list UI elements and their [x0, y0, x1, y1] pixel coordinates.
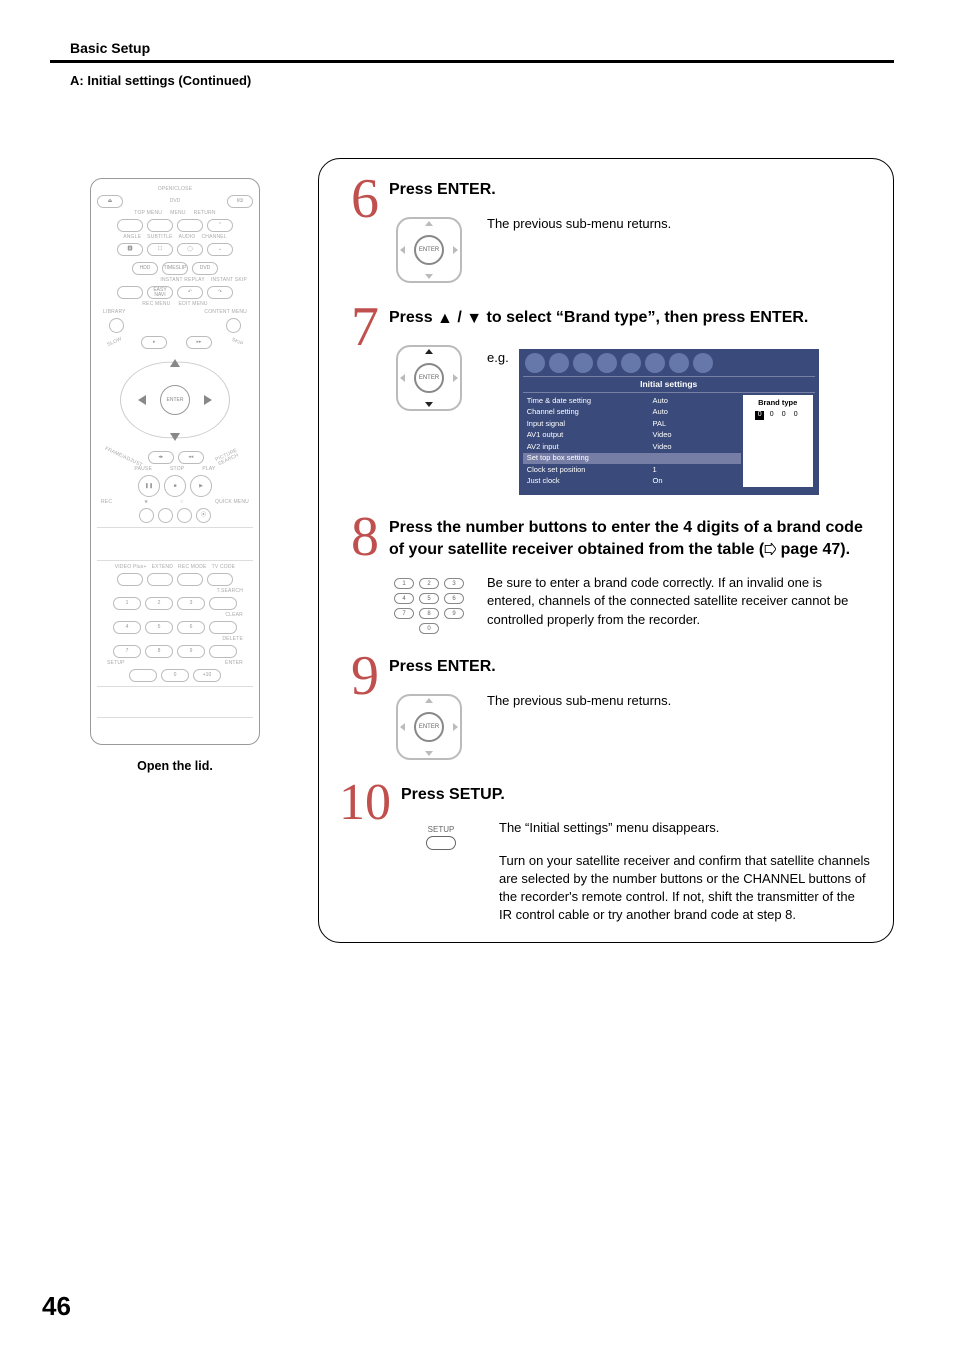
step-10-title: Press SETUP.: [401, 784, 871, 806]
step-6-title: Press ENTER.: [389, 179, 871, 201]
osd-row: AV1 output: [527, 430, 645, 442]
osd-row: Just clock: [527, 476, 645, 488]
step-6: 6 Press ENTER. ENTER The previous s: [335, 177, 871, 285]
step-10: 10 Press SETUP. SETUP The “Initial setti…: [335, 782, 871, 925]
page-number: 46: [42, 1291, 71, 1322]
step-8-title: Press the number buttons to enter the 4 …: [389, 517, 871, 560]
step-9-title: Press ENTER.: [389, 656, 871, 678]
dpad-updown-enter-icon: ENTER: [394, 343, 464, 413]
step-number-9: 9: [335, 654, 379, 762]
number-pad-icon: 123 456 789 0: [394, 574, 464, 634]
step-7: 7 Press ▲ / ▼ to select “Brand type”, th…: [335, 305, 871, 495]
dpad-enter-icon: ENTER: [394, 215, 464, 285]
step-9: 9 Press ENTER. ENTER The previous s: [335, 654, 871, 762]
step-10-text-2: Turn on your satellite receiver and conf…: [499, 852, 871, 925]
osd-brand-type-panel: Brand type 0 0 0 0: [743, 395, 813, 487]
page-ref-arrow-icon: [764, 543, 776, 555]
osd-row: Time & date setting: [527, 395, 645, 407]
osd-title: Initial settings: [523, 376, 815, 393]
osd-initial-settings: Initial settings Time & date setting Cha…: [519, 349, 819, 495]
example-label: e.g.: [487, 349, 509, 367]
step-8: 8 Press the number buttons to enter the …: [335, 515, 871, 634]
steps-panel: 6 Press ENTER. ENTER The previous s: [318, 158, 894, 943]
osd-row: AV2 input: [527, 441, 645, 453]
chapter-label: Basic Setup: [70, 40, 894, 60]
step-8-text: Be sure to enter a brand code correctly.…: [487, 574, 871, 629]
step-number-10: 10: [335, 782, 391, 925]
osd-row: Input signal: [527, 418, 645, 430]
step-number-6: 6: [335, 177, 379, 285]
page-subtitle: A: Initial settings (Continued): [70, 73, 894, 88]
dpad-enter-icon: ENTER: [394, 692, 464, 762]
step-number-8: 8: [335, 515, 379, 634]
header-rule: [50, 60, 894, 63]
remote-caption: Open the lid.: [50, 759, 300, 773]
setup-button-icon: SETUP: [426, 819, 456, 850]
osd-row: Clock set position: [527, 464, 645, 476]
step-7-title: Press ▲ / ▼ to select “Brand type”, then…: [389, 307, 871, 330]
osd-row: Channel setting: [527, 407, 645, 419]
remote-diagram: OPEN/CLOSE ⏏ DVD I/⏼ TOP MENU MENU RETUR…: [90, 178, 260, 745]
step-9-text: The previous sub-menu returns.: [487, 692, 871, 710]
step-6-text: The previous sub-menu returns.: [487, 215, 871, 233]
osd-row-highlight: Set top box setting: [523, 453, 649, 465]
step-10-text-1: The “Initial settings” menu disappears.: [499, 819, 871, 837]
step-number-7: 7: [335, 305, 379, 495]
